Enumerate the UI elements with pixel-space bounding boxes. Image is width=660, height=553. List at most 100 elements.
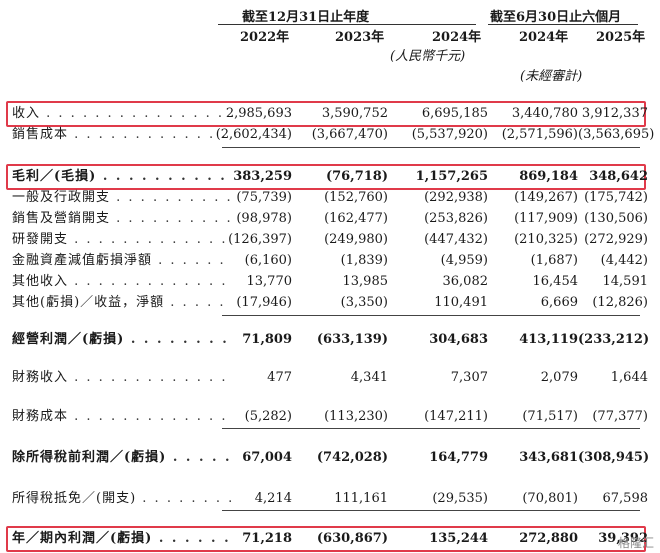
row-value-2024: 164,779 <box>429 450 488 465</box>
header-half-underline <box>488 24 638 25</box>
row-value-2022: (98,978) <box>236 211 292 226</box>
row-value-h2025: (77,377) <box>592 409 648 424</box>
row-value-h2024: 16,454 <box>532 274 579 289</box>
row-value-h2024: 343,681 <box>519 450 578 465</box>
row-revenue: 收入 2,985,693 3,590,752 6,695,185 3,440,7… <box>10 105 650 123</box>
header-year-2023: 2023年 <box>335 30 385 45</box>
row-value-2023: (1,839) <box>340 253 388 268</box>
row-value-h2024: 3,440,780 <box>511 106 578 121</box>
subtotal-line <box>222 510 640 511</box>
row-value-2022: 71,218 <box>242 531 292 546</box>
row-rnd-expenses: 研發開支 (126,397) (249,980) (447,432) (210,… <box>10 231 650 249</box>
row-operating-profit: 經營利潤／(虧損) 71,809 (633,139) 304,683 413,1… <box>10 331 650 349</box>
subtotal-line <box>222 315 640 316</box>
row-value-2023: (742,028) <box>316 450 388 465</box>
row-value-2022: 2,985,693 <box>225 106 292 121</box>
header-year-2024: 2024年 <box>432 30 482 45</box>
row-gross-profit: 毛利／(毛損) 383,259 (76,718) 1,157,265 869,1… <box>10 168 650 186</box>
row-value-2023: (3,667,470) <box>311 127 388 142</box>
row-value-2024: 304,683 <box>429 332 488 347</box>
row-value-h2025: (130,506) <box>584 211 648 226</box>
row-value-2022: (17,946) <box>236 295 292 310</box>
header-year-group: 截至12月31日止年度 <box>242 10 370 25</box>
row-value-h2024: (117,909) <box>514 211 578 226</box>
row-value-2024: 6,695,185 <box>421 106 488 121</box>
row-value-2024: (147,211) <box>424 409 488 424</box>
row-value-2022: 71,809 <box>242 332 292 347</box>
row-value-h2024: (70,801) <box>522 491 578 506</box>
row-value-h2024: 413,119 <box>519 332 578 347</box>
row-value-2024: (447,432) <box>424 232 488 247</box>
unit-note: (人民幣千元) <box>390 49 466 64</box>
row-value-2024: 36,082 <box>442 274 489 289</box>
row-value-h2024: (1,687) <box>530 253 578 268</box>
row-value-h2025: 67,598 <box>602 491 649 506</box>
row-income-tax: 所得稅抵免／(開支) 4,214 111,161 (29,535) (70,80… <box>10 490 650 508</box>
row-value-h2024: (2,571,596) <box>501 127 578 142</box>
row-value-h2025: 14,591 <box>602 274 649 289</box>
subtotal-line <box>222 147 640 148</box>
row-value-2023: (113,230) <box>324 409 388 424</box>
row-impairment-losses: 金融資產減值虧損淨額 (6,160) (1,839) (4,959) (1,68… <box>10 252 650 270</box>
watermark: 格隆汇 <box>617 536 654 550</box>
row-other-gains: 其他(虧損)／收益，淨額 (17,946) (3,350) 110,491 6,… <box>10 294 650 312</box>
row-value-2023: (633,139) <box>316 332 388 347</box>
row-value-2024: (253,826) <box>424 211 488 226</box>
unaudited-note: (未經審計) <box>520 69 583 84</box>
row-cost-of-sales: 銷售成本 (2,602,434) (3,667,470) (5,537,920)… <box>10 126 654 144</box>
row-value-h2024: 272,880 <box>519 531 578 546</box>
row-value-2023: (3,350) <box>340 295 388 310</box>
row-value-h2024: (71,517) <box>522 409 578 424</box>
row-value-2024: (29,535) <box>432 491 488 506</box>
row-value-2023: 4,341 <box>350 370 388 385</box>
row-value-2022: 4,214 <box>254 491 292 506</box>
row-profit-before-tax: 除所得稅前利潤／(虧損) 67,004 (742,028) 164,779 34… <box>10 449 650 467</box>
row-value-h2024: 6,669 <box>540 295 578 310</box>
row-value-2022: 67,004 <box>242 450 292 465</box>
row-value-2023: (152,760) <box>324 190 388 205</box>
row-value-2023: (630,867) <box>316 531 388 546</box>
row-value-2024: 1,157,265 <box>415 169 488 184</box>
row-value-h2025: (175,742) <box>584 190 648 205</box>
row-value-2024: (292,938) <box>424 190 488 205</box>
row-value-2024: (4,959) <box>440 253 488 268</box>
row-selling-expenses: 銷售及營銷開支 (98,978) (162,477) (253,826) (11… <box>10 210 650 228</box>
header-half-2025: 2025年 <box>596 30 646 45</box>
row-value-2023: 111,161 <box>334 491 388 506</box>
row-value-2023: (162,477) <box>324 211 388 226</box>
header-year-2022: 2022年 <box>240 30 290 45</box>
row-value-2022: (5,282) <box>244 409 292 424</box>
row-value-2024: 110,491 <box>434 295 488 310</box>
row-value-2022: (75,739) <box>236 190 292 205</box>
row-value-h2025: 3,912,337 <box>581 106 648 121</box>
row-value-2022: 13,770 <box>246 274 293 289</box>
row-value-2022: (2,602,434) <box>215 127 292 142</box>
row-value-h2025: (12,826) <box>592 295 648 310</box>
row-value-h2025: (308,945) <box>578 450 650 465</box>
subtotal-line <box>222 428 640 429</box>
row-value-2023: 13,985 <box>342 274 389 289</box>
header-year-underline <box>218 24 476 25</box>
row-value-2022: 383,259 <box>233 169 292 184</box>
row-value-h2024: (210,325) <box>514 232 578 247</box>
row-value-2023: 3,590,752 <box>321 106 388 121</box>
row-value-2022: 477 <box>267 370 292 385</box>
row-value-h2024: (149,267) <box>514 190 578 205</box>
row-finance-income: 財務收入 477 4,341 7,307 2,079 1,644 <box>10 369 650 387</box>
row-value-h2025: 1,644 <box>610 370 648 385</box>
header-half-group: 截至6月30日止六個月 <box>490 10 622 25</box>
row-value-h2024: 2,079 <box>540 370 578 385</box>
row-value-2023: (76,718) <box>325 169 388 184</box>
row-other-income: 其他收入 13,770 13,985 36,082 16,454 14,591 <box>10 273 650 291</box>
row-value-2022: (6,160) <box>244 253 292 268</box>
row-value-h2025: (233,212) <box>578 332 650 347</box>
row-admin-expenses: 一般及行政開支 (75,739) (152,760) (292,938) (14… <box>10 189 650 207</box>
row-value-h2024: 869,184 <box>519 169 578 184</box>
row-value-2022: (126,397) <box>228 232 292 247</box>
row-value-2024: (5,537,920) <box>411 127 488 142</box>
row-value-2024: 7,307 <box>450 370 488 385</box>
row-value-h2025: (272,929) <box>584 232 648 247</box>
row-net-profit: 年／期內利潤／(虧損) 71,218 (630,867) 135,244 272… <box>10 530 650 548</box>
row-value-2023: (249,980) <box>324 232 388 247</box>
row-value-h2025: 348,642 <box>589 169 648 184</box>
